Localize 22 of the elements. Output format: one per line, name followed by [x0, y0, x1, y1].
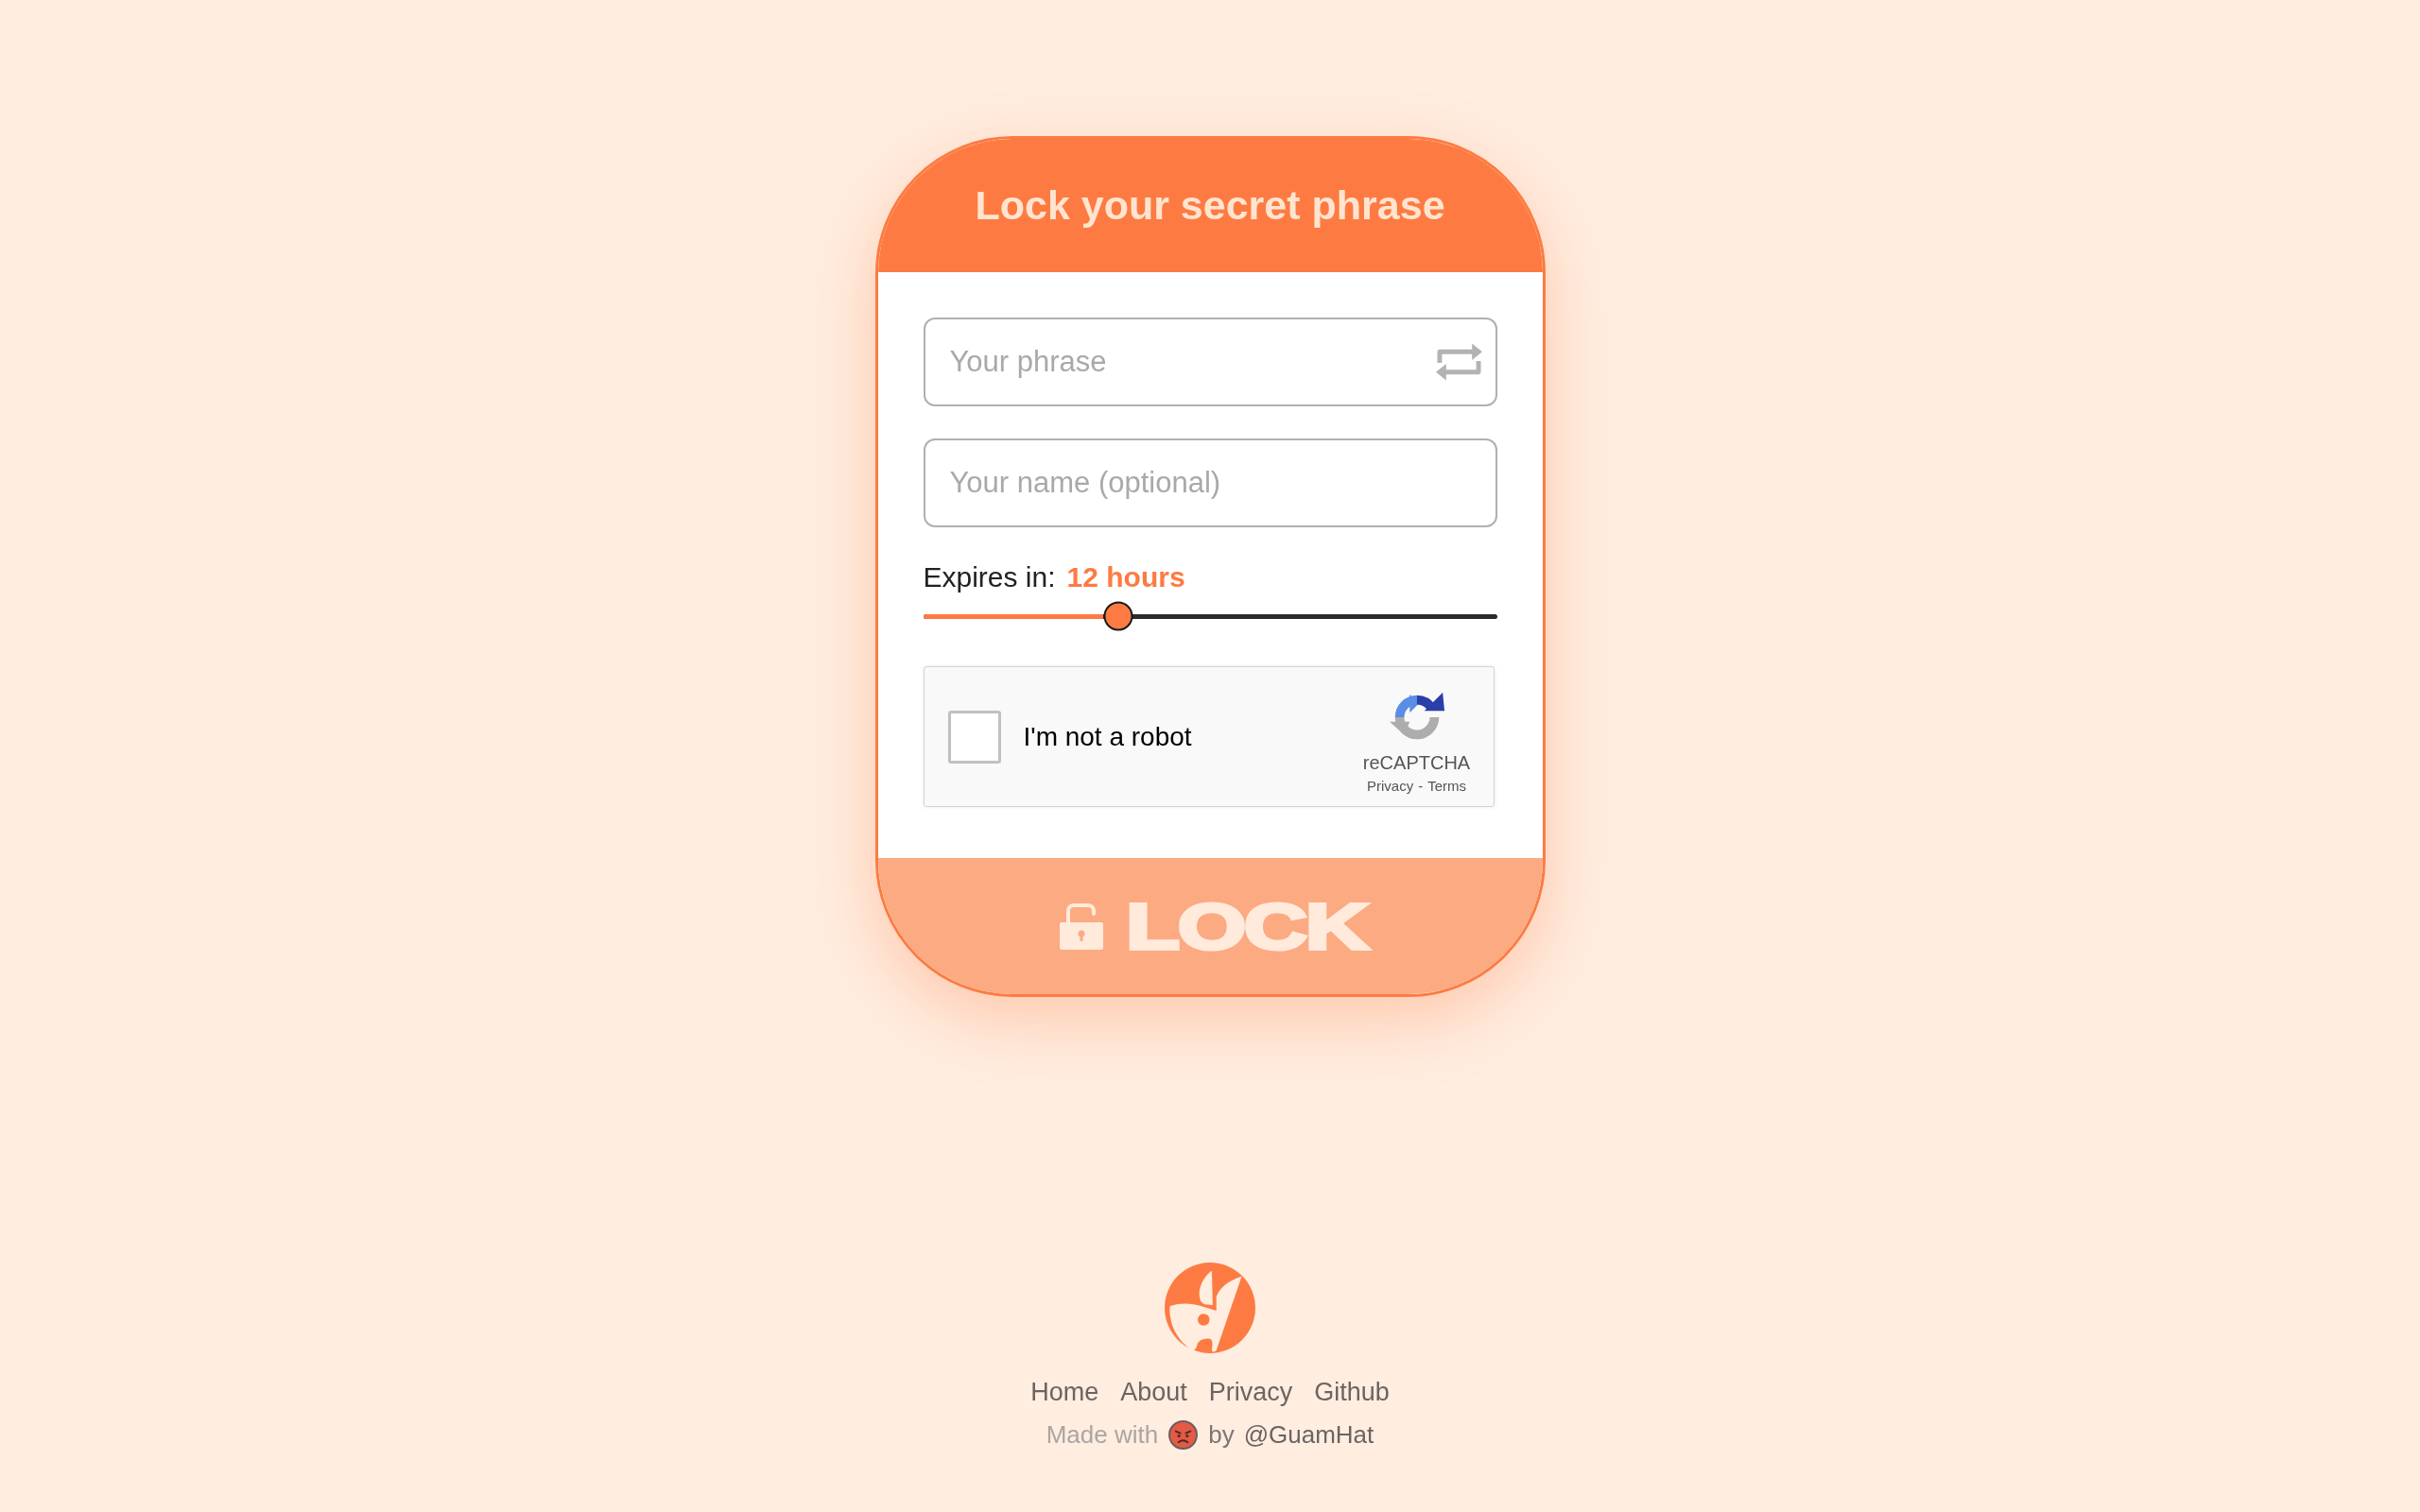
phrase-input[interactable]: Your phrase [923, 318, 1497, 406]
slider-thumb[interactable] [1103, 601, 1133, 631]
footer-link[interactable]: Home [1030, 1378, 1099, 1407]
expires-label: Expires in: [923, 560, 1056, 594]
captcha-label: I'm not a robot [1023, 720, 1192, 753]
captcha-brand: reCAPTCHA [1362, 751, 1471, 774]
footer-link[interactable]: Privacy [1208, 1378, 1293, 1407]
terms-link[interactable]: Terms [1427, 777, 1466, 796]
expires-value: 12 hours [1066, 560, 1185, 594]
open-padlock-icon [1060, 902, 1104, 950]
credit-text: Made with [1046, 1420, 1159, 1450]
angry-face-icon [1168, 1420, 1199, 1450]
captcha-checkbox[interactable] [947, 710, 1001, 764]
privacy-link[interactable]: Privacy [1367, 777, 1414, 796]
rabbit-logo-icon[interactable] [1165, 1263, 1255, 1353]
link-separator: - [1418, 777, 1424, 796]
footer-link[interactable]: Github [1314, 1378, 1390, 1407]
author-link[interactable]: @GuamHat [1243, 1420, 1374, 1450]
footer-link[interactable]: About [1120, 1378, 1187, 1407]
credit-by: by [1208, 1420, 1235, 1450]
card-title: Lock your secret phrase [975, 181, 1445, 231]
name-input[interactable]: Your name (optional) [923, 438, 1497, 527]
